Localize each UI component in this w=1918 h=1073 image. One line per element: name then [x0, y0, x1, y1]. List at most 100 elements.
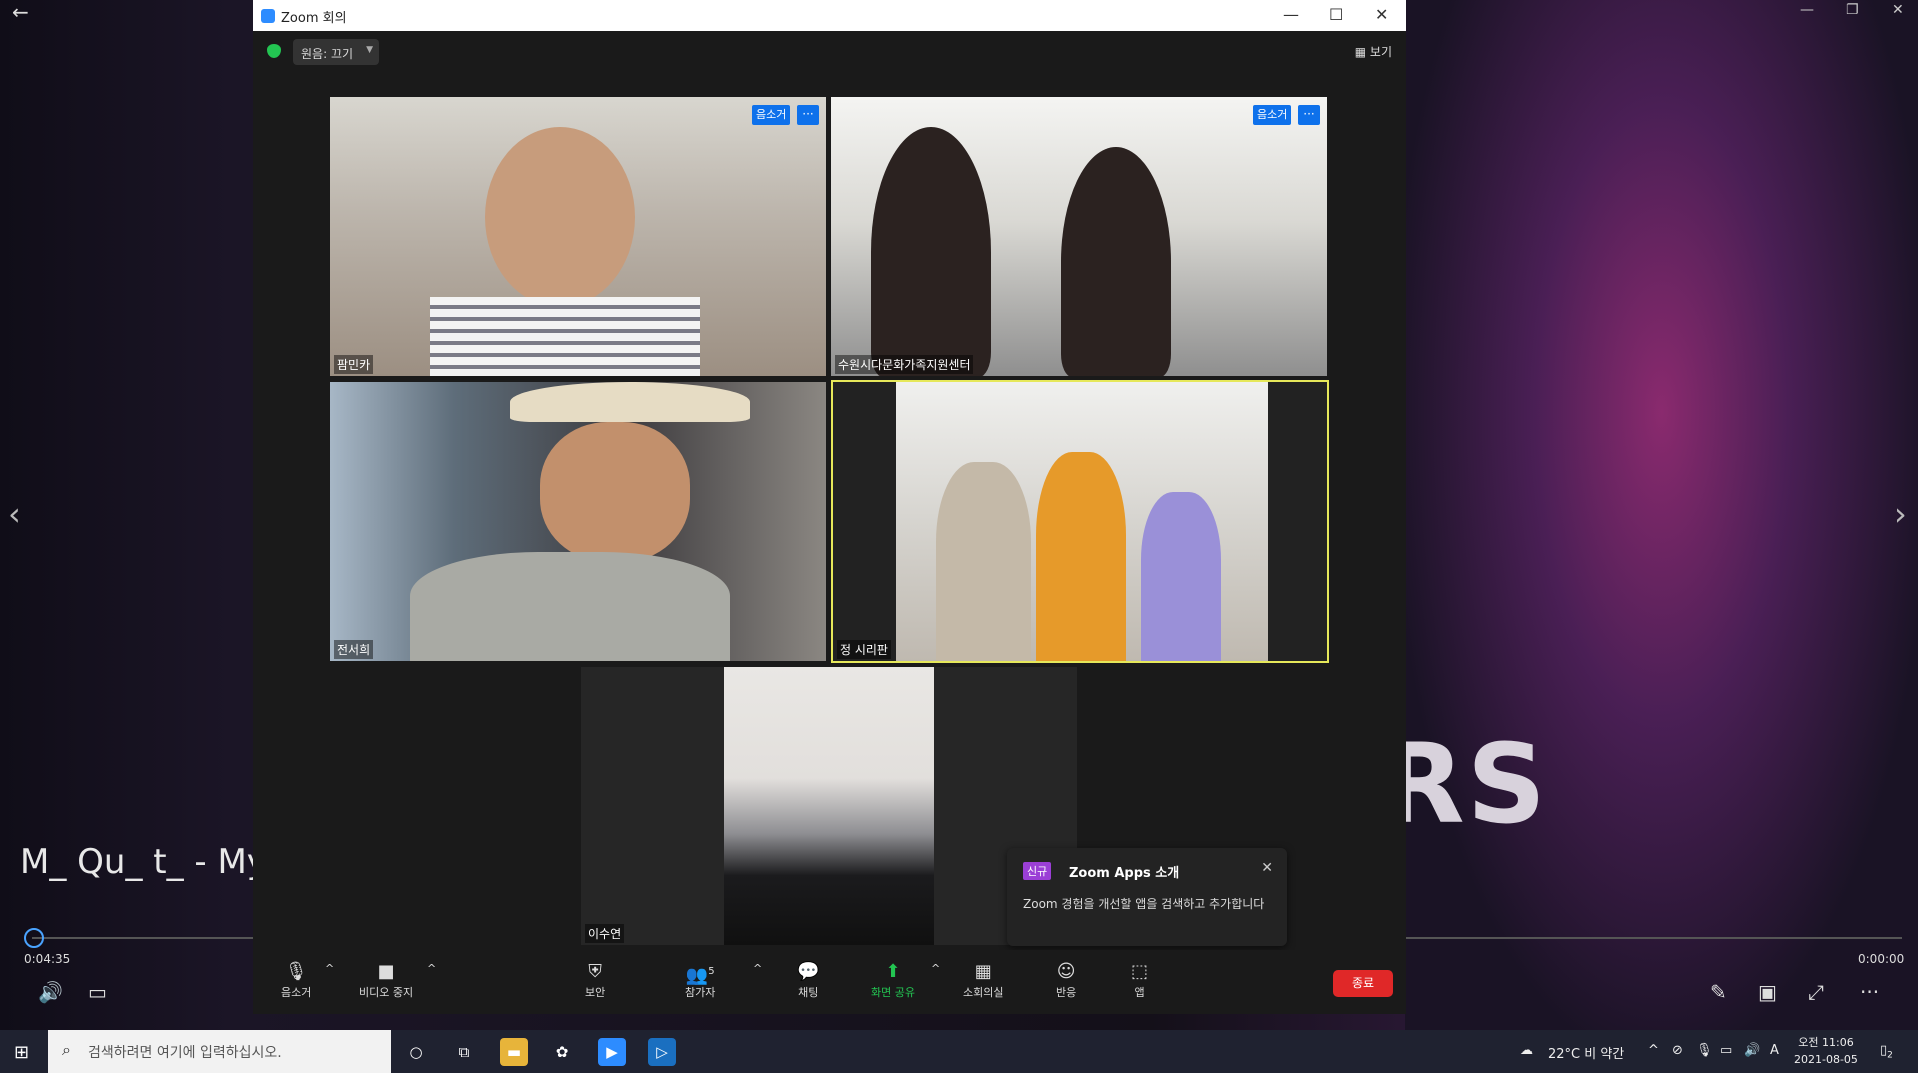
- chat-button[interactable]: 💬 채팅: [797, 960, 819, 1000]
- participant-name: 정 시리판: [837, 640, 891, 659]
- taskbar-clock[interactable]: 오전 11:06 2021-08-05: [1794, 1034, 1858, 1068]
- media-player-app-icon[interactable]: ▷: [648, 1038, 676, 1066]
- window-title: Zoom 회의: [281, 11, 347, 26]
- view-label: 보기: [1369, 45, 1392, 59]
- security-button[interactable]: ⛨ 보안: [585, 960, 605, 1000]
- reactions-button[interactable]: ☺ 반응: [1056, 960, 1076, 1000]
- stop-video-button[interactable]: ■ 비디오 중지: [359, 960, 413, 1000]
- participant-video-shirt: [410, 552, 730, 661]
- media-title: M_ Qu_ t_ - My: [20, 842, 267, 882]
- mute-button[interactable]: 음소거: [752, 105, 791, 125]
- ime-indicator[interactable]: A: [1770, 1043, 1779, 1058]
- breakout-label: 소회의실: [963, 986, 1004, 999]
- reactions-label: 반응: [1056, 986, 1077, 999]
- microphone-icon[interactable]: 🎙: [1696, 1043, 1713, 1058]
- cortana-icon[interactable]: ○: [402, 1038, 430, 1066]
- windows-start-icon[interactable]: ⊞: [14, 1042, 29, 1063]
- taskbar-search-box[interactable]: ⌕ 검색하려면 여기에 입력하십시오.: [48, 1030, 391, 1073]
- participant-name: 전서희: [334, 640, 374, 659]
- new-badge: 신규: [1023, 862, 1052, 880]
- speaker-icon[interactable]: 🔊: [1744, 1043, 1760, 1058]
- breakout-grid-icon: ▦: [974, 961, 992, 982]
- maximize-icon[interactable]: ☐: [1329, 5, 1343, 24]
- video-camera-icon: ■: [377, 961, 395, 982]
- encryption-shield-icon[interactable]: [267, 44, 281, 58]
- file-explorer-icon[interactable]: ▬: [500, 1038, 528, 1066]
- search-icon: ⌕: [62, 1040, 71, 1059]
- zoom-app-icon[interactable]: ▶: [598, 1038, 626, 1066]
- next-arrow-icon[interactable]: ›: [1894, 495, 1907, 533]
- close-icon[interactable]: ✕: [1892, 2, 1904, 18]
- network-icon[interactable]: ⊘: [1672, 1043, 1683, 1058]
- task-view-icon[interactable]: ⧉: [450, 1038, 478, 1066]
- video-options-caret[interactable]: ^: [427, 962, 436, 975]
- microphone-icon: 🎙: [284, 961, 308, 982]
- more-button[interactable]: ···: [1298, 105, 1320, 125]
- more-options-icon[interactable]: ···: [1860, 980, 1879, 1004]
- close-icon[interactable]: ✕: [1375, 5, 1388, 24]
- previous-arrow-icon[interactable]: ‹: [8, 495, 21, 533]
- participant-video: [871, 127, 991, 376]
- participant-name: 수원시다문화가족지원센터: [835, 355, 974, 374]
- grid-icon: ▦: [1354, 45, 1367, 59]
- close-icon[interactable]: ✕: [1261, 860, 1273, 876]
- video-tile-active-speaker[interactable]: 정 시리판: [831, 380, 1329, 663]
- shield-icon: ⛨: [588, 961, 602, 982]
- chat-label: 채팅: [798, 986, 819, 999]
- minimize-icon[interactable]: —: [1800, 2, 1814, 18]
- share-options-caret[interactable]: ^: [931, 962, 940, 975]
- paint-icon[interactable]: ✿: [548, 1038, 576, 1066]
- video-tile[interactable]: 음소거 ··· 팜민카: [330, 97, 826, 376]
- share-label: 화면 공유: [871, 986, 915, 999]
- video-frame-stage: [1405, 0, 1918, 1030]
- volume-icon[interactable]: 🔊: [38, 980, 63, 1004]
- zoom-apps-popup: 신규 Zoom Apps 소개 ✕ Zoom 경험을 개선할 앱을 검색하고 추…: [1007, 848, 1287, 946]
- mini-view-icon[interactable]: ▣: [1758, 980, 1777, 1004]
- participant-video: [485, 127, 635, 307]
- notification-icon[interactable]: ▯2: [1880, 1043, 1893, 1061]
- search-placeholder: 검색하려면 여기에 입력하십시오.: [88, 1045, 282, 1061]
- meeting-top-bar: 원음: 끄기 ▼ ▦ 보기: [253, 31, 1406, 71]
- participants-icon: 👥5: [685, 965, 715, 986]
- participant-video-shirt: [430, 297, 700, 376]
- popup-body: Zoom 경험을 개선할 앱을 검색하고 추가합니다: [1023, 897, 1265, 911]
- subtitles-icon[interactable]: ▭: [88, 980, 107, 1004]
- chevron-down-icon[interactable]: ▼: [366, 45, 373, 55]
- weather-text[interactable]: 22°C 비 약간: [1548, 1043, 1624, 1062]
- popup-title: Zoom Apps 소개: [1069, 866, 1180, 881]
- clock-time: 오전 11:06: [1798, 1036, 1854, 1049]
- participants-button[interactable]: 👥5 참가자: [685, 960, 715, 1000]
- chevron-up-icon[interactable]: ^: [1648, 1043, 1659, 1058]
- windows-taskbar: ⊞ ⌕ 검색하려면 여기에 입력하십시오. ○ ⧉ ▬ ✿ ▶ ▷ ☁ 22°C…: [0, 1030, 1918, 1073]
- fullscreen-icon[interactable]: ⤢: [1808, 980, 1824, 1004]
- share-screen-button[interactable]: ⬆ 화면 공유: [871, 960, 915, 1000]
- minimize-icon[interactable]: —: [1283, 5, 1299, 24]
- mute-button[interactable]: 🎙 음소거: [281, 960, 311, 1000]
- notification-count: 2: [1887, 1050, 1893, 1061]
- view-button[interactable]: ▦ 보기: [1355, 43, 1392, 60]
- mute-button[interactable]: 음소거: [1253, 105, 1292, 125]
- video-tile[interactable]: 음소거 ··· 수원시다문화가족지원센터: [831, 97, 1327, 376]
- chevron-up-icon: ^: [427, 962, 437, 975]
- video-tile[interactable]: 이수연: [581, 667, 1077, 945]
- more-button[interactable]: ···: [797, 105, 819, 125]
- display-icon[interactable]: ▭: [1720, 1043, 1732, 1058]
- participant-video: [540, 422, 690, 562]
- audio-options-caret[interactable]: ^: [325, 962, 334, 975]
- back-arrow-icon[interactable]: ←: [12, 0, 29, 24]
- participant-name: 팜민카: [334, 355, 374, 374]
- seek-knob[interactable]: [24, 928, 44, 948]
- participant-video: [896, 382, 1268, 661]
- video-tile[interactable]: 전서희: [330, 382, 826, 661]
- participant-name: 이수연: [585, 924, 625, 943]
- original-sound-button[interactable]: 원음: 끄기 ▼: [293, 39, 379, 65]
- apps-button[interactable]: ⬚ 앱: [1131, 960, 1148, 1000]
- participant-video: [1061, 147, 1171, 376]
- pen-icon[interactable]: ✎: [1710, 980, 1727, 1004]
- end-meeting-button[interactable]: 종료: [1333, 970, 1393, 997]
- participants-options-caret[interactable]: ^: [753, 962, 762, 975]
- weather-icon[interactable]: ☁: [1520, 1043, 1533, 1058]
- restore-icon[interactable]: ❐: [1846, 2, 1859, 18]
- breakout-rooms-button[interactable]: ▦ 소회의실: [963, 960, 1003, 1000]
- smiley-icon: ☺: [1056, 961, 1076, 982]
